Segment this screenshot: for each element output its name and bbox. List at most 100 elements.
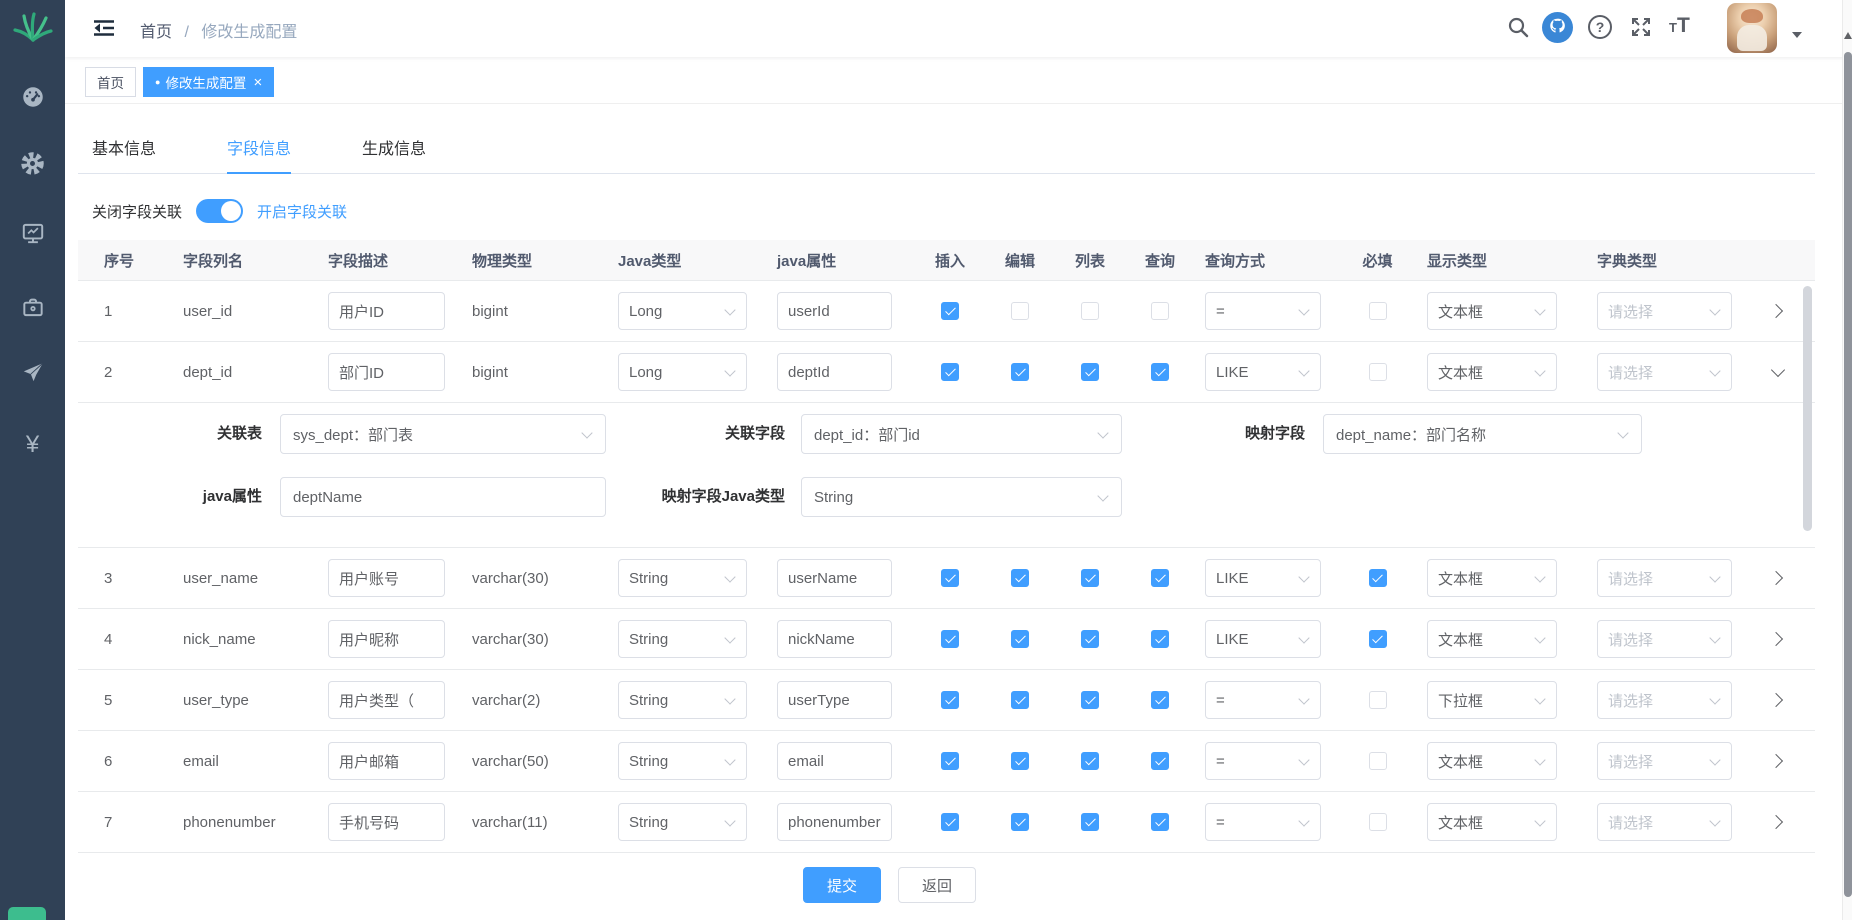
java-property-input[interactable] bbox=[777, 803, 892, 841]
query-mode-select[interactable]: = bbox=[1205, 292, 1321, 330]
dict-type-select[interactable]: 请选择 bbox=[1597, 742, 1732, 780]
collapse-sidebar-button[interactable] bbox=[93, 17, 115, 44]
display-type-select[interactable]: 文本框 bbox=[1427, 803, 1557, 841]
query-checkbox[interactable] bbox=[1151, 302, 1169, 320]
java-property-input[interactable] bbox=[777, 292, 892, 330]
row-expand-toggle[interactable] bbox=[1768, 754, 1782, 768]
required-checkbox[interactable] bbox=[1369, 302, 1387, 320]
list-checkbox[interactable] bbox=[1081, 630, 1099, 648]
query-mode-select[interactable]: LIKE bbox=[1205, 559, 1321, 597]
java-type-select[interactable]: String bbox=[618, 742, 747, 780]
font-size-button[interactable]: TT bbox=[1669, 14, 1690, 38]
dict-type-select[interactable]: 请选择 bbox=[1597, 353, 1732, 391]
list-checkbox[interactable] bbox=[1081, 752, 1099, 770]
java-type-select[interactable]: String bbox=[618, 803, 747, 841]
display-type-select[interactable]: 文本框 bbox=[1427, 353, 1557, 391]
query-checkbox[interactable] bbox=[1151, 752, 1169, 770]
mapping-java-type-select[interactable]: String bbox=[801, 477, 1122, 517]
tab-generate-info[interactable]: 生成信息 bbox=[362, 135, 426, 173]
java-property-input[interactable] bbox=[777, 353, 892, 391]
field-description-input[interactable] bbox=[328, 353, 445, 391]
java-property-input[interactable] bbox=[777, 681, 892, 719]
user-avatar[interactable] bbox=[1727, 3, 1777, 53]
tag-current[interactable]: ● 修改生成配置 × bbox=[143, 67, 274, 97]
list-checkbox[interactable] bbox=[1081, 813, 1099, 831]
insert-checkbox[interactable] bbox=[941, 813, 959, 831]
edit-checkbox[interactable] bbox=[1011, 752, 1029, 770]
page-scrollbar[interactable] bbox=[1842, 0, 1852, 920]
dict-type-select[interactable]: 请选择 bbox=[1597, 681, 1732, 719]
java-type-select[interactable]: Long bbox=[618, 353, 747, 391]
required-checkbox[interactable] bbox=[1369, 630, 1387, 648]
insert-checkbox[interactable] bbox=[941, 752, 959, 770]
edit-checkbox[interactable] bbox=[1011, 363, 1029, 381]
edit-checkbox[interactable] bbox=[1011, 569, 1029, 587]
edit-checkbox[interactable] bbox=[1011, 813, 1029, 831]
query-mode-select[interactable]: = bbox=[1205, 742, 1321, 780]
query-mode-select[interactable]: = bbox=[1205, 803, 1321, 841]
edit-checkbox[interactable] bbox=[1011, 302, 1029, 320]
submit-button[interactable]: 提交 bbox=[803, 867, 881, 903]
list-checkbox[interactable] bbox=[1081, 363, 1099, 381]
dict-type-select[interactable]: 请选择 bbox=[1597, 559, 1732, 597]
java-type-select[interactable]: String bbox=[618, 681, 747, 719]
row-expand-toggle[interactable] bbox=[1768, 571, 1782, 585]
required-checkbox[interactable] bbox=[1369, 691, 1387, 709]
fullscreen-button[interactable] bbox=[1629, 15, 1653, 44]
row-expand-toggle[interactable] bbox=[1768, 815, 1782, 829]
table-scrollbar-thumb[interactable] bbox=[1803, 286, 1812, 531]
sidebar-item-tool[interactable] bbox=[0, 285, 65, 329]
dict-type-select[interactable]: 请选择 bbox=[1597, 803, 1732, 841]
edit-checkbox[interactable] bbox=[1011, 691, 1029, 709]
field-description-input[interactable] bbox=[328, 803, 445, 841]
page-scrollbar-thumb[interactable] bbox=[1844, 52, 1852, 897]
display-type-select[interactable]: 下拉框 bbox=[1427, 681, 1557, 719]
list-checkbox[interactable] bbox=[1081, 302, 1099, 320]
required-checkbox[interactable] bbox=[1369, 569, 1387, 587]
required-checkbox[interactable] bbox=[1369, 363, 1387, 381]
java-property-input[interactable] bbox=[777, 742, 892, 780]
insert-checkbox[interactable] bbox=[941, 569, 959, 587]
close-icon[interactable]: × bbox=[253, 74, 262, 91]
query-mode-select[interactable]: = bbox=[1205, 681, 1321, 719]
row-expand-toggle[interactable] bbox=[1768, 693, 1782, 707]
list-checkbox[interactable] bbox=[1081, 569, 1099, 587]
sidebar-item-dashboard[interactable] bbox=[0, 75, 65, 119]
insert-checkbox[interactable] bbox=[941, 363, 959, 381]
back-button[interactable]: 返回 bbox=[898, 867, 976, 903]
insert-checkbox[interactable] bbox=[941, 630, 959, 648]
sidebar-item-system[interactable] bbox=[0, 141, 65, 185]
field-description-input[interactable] bbox=[328, 742, 445, 780]
query-checkbox[interactable] bbox=[1151, 691, 1169, 709]
tab-basic-info[interactable]: 基本信息 bbox=[92, 135, 156, 173]
search-button[interactable] bbox=[1506, 15, 1530, 44]
row-expand-toggle[interactable] bbox=[1768, 304, 1782, 318]
scrollbar-up-arrow-icon[interactable] bbox=[1844, 32, 1852, 39]
display-type-select[interactable]: 文本框 bbox=[1427, 620, 1557, 658]
list-checkbox[interactable] bbox=[1081, 691, 1099, 709]
field-association-switch[interactable] bbox=[196, 199, 243, 223]
required-checkbox[interactable] bbox=[1369, 813, 1387, 831]
display-type-select[interactable]: 文本框 bbox=[1427, 292, 1557, 330]
query-checkbox[interactable] bbox=[1151, 630, 1169, 648]
query-mode-select[interactable]: LIKE bbox=[1205, 620, 1321, 658]
app-logo[interactable] bbox=[12, 8, 54, 50]
query-checkbox[interactable] bbox=[1151, 813, 1169, 831]
display-type-select[interactable]: 文本框 bbox=[1427, 559, 1557, 597]
tab-field-info[interactable]: 字段信息 bbox=[227, 135, 291, 174]
java-type-select[interactable]: String bbox=[618, 620, 747, 658]
insert-checkbox[interactable] bbox=[941, 691, 959, 709]
help-button[interactable]: ? bbox=[1588, 15, 1612, 39]
java-type-select[interactable]: Long bbox=[618, 292, 747, 330]
relation-table-select[interactable]: sys_dept：部门表 bbox=[280, 414, 606, 454]
java-property-input[interactable] bbox=[777, 620, 892, 658]
sidebar-item-pay[interactable]: ¥ bbox=[0, 423, 65, 467]
edit-checkbox[interactable] bbox=[1011, 630, 1029, 648]
field-description-input[interactable] bbox=[328, 559, 445, 597]
query-checkbox[interactable] bbox=[1151, 569, 1169, 587]
relation-field-select[interactable]: dept_id：部门id bbox=[801, 414, 1122, 454]
dict-type-select[interactable]: 请选择 bbox=[1597, 620, 1732, 658]
sidebar-item-guide[interactable] bbox=[0, 351, 65, 395]
java-type-select[interactable]: String bbox=[618, 559, 747, 597]
breadcrumb-home[interactable]: 首页 bbox=[140, 24, 172, 41]
